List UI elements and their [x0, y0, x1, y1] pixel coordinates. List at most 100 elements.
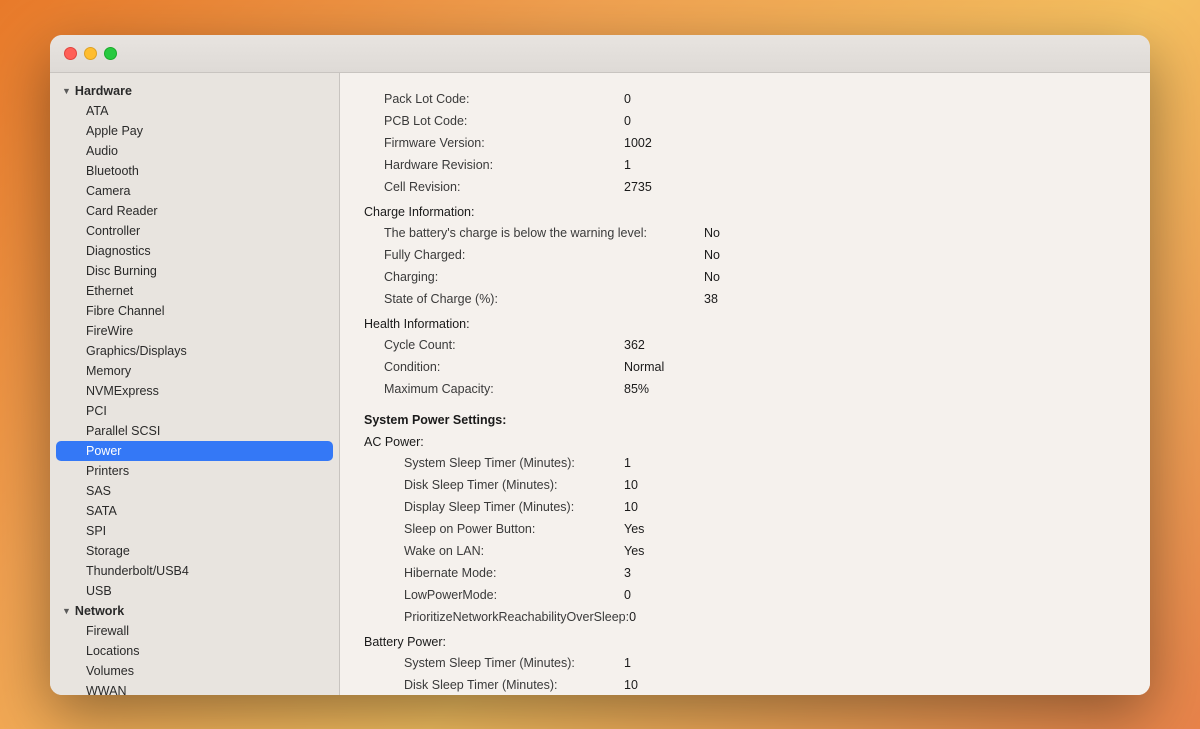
table-row: Sleep on Power Button:Yes: [364, 519, 1126, 539]
row-label: Sleep on Power Button:: [364, 519, 624, 539]
table-row: System Sleep Timer (Minutes):1: [364, 653, 1126, 673]
row-value: 3: [624, 563, 631, 583]
row-value: Yes: [624, 541, 644, 561]
health-header: Health Information:: [364, 317, 1126, 331]
row-value: 1002: [624, 133, 652, 153]
row-label: Disk Sleep Timer (Minutes):: [364, 675, 624, 695]
sidebar-item-power[interactable]: Power: [56, 441, 333, 461]
table-row: PCB Lot Code:0: [364, 111, 1126, 131]
traffic-lights: [64, 47, 117, 60]
sidebar-item-usb[interactable]: USB: [50, 581, 339, 601]
row-label: PCB Lot Code:: [364, 111, 624, 131]
sidebar-item-fibre-channel[interactable]: Fibre Channel: [50, 301, 339, 321]
row-value: 10: [624, 475, 638, 495]
table-row: Firmware Version:1002: [364, 133, 1126, 153]
row-label: Charging:: [364, 267, 704, 287]
sidebar-item-sas[interactable]: SAS: [50, 481, 339, 501]
row-value: 0: [624, 111, 631, 131]
table-row: Hardware Revision:1: [364, 155, 1126, 175]
titlebar: [50, 35, 1150, 73]
row-label: Condition:: [364, 357, 624, 377]
sidebar-item-sata[interactable]: SATA: [50, 501, 339, 521]
sidebar-item-storage[interactable]: Storage: [50, 541, 339, 561]
row-label: Disk Sleep Timer (Minutes):: [364, 475, 624, 495]
row-label: Maximum Capacity:: [364, 379, 624, 399]
ac-power-header: AC Power:: [364, 435, 1126, 449]
sidebar-item-wwan[interactable]: WWAN: [50, 681, 339, 695]
sidebar-item-ethernet[interactable]: Ethernet: [50, 281, 339, 301]
row-value: Yes: [624, 519, 644, 539]
app-window: ▼HardwareATAApple PayAudioBluetoothCamer…: [50, 35, 1150, 695]
row-label: Hardware Revision:: [364, 155, 624, 175]
row-value: 38: [704, 289, 718, 309]
row-label: Firmware Version:: [364, 133, 624, 153]
row-label: Pack Lot Code:: [364, 89, 624, 109]
sidebar-item-graphics-displays[interactable]: Graphics/Displays: [50, 341, 339, 361]
battery-power-header: Battery Power:: [364, 635, 1126, 649]
sidebar-item-firewall[interactable]: Firewall: [50, 621, 339, 641]
sidebar-item-printers[interactable]: Printers: [50, 461, 339, 481]
sidebar-item-pci[interactable]: PCI: [50, 401, 339, 421]
sidebar-item-apple-pay[interactable]: Apple Pay: [50, 121, 339, 141]
row-value: 0: [624, 585, 631, 605]
table-row: Display Sleep Timer (Minutes):10: [364, 497, 1126, 517]
sidebar-item-disc-burning[interactable]: Disc Burning: [50, 261, 339, 281]
row-value: 10: [624, 497, 638, 517]
row-value: 362: [624, 335, 645, 355]
charge-header: Charge Information:: [364, 205, 1126, 219]
row-label: LowPowerMode:: [364, 585, 624, 605]
row-label: State of Charge (%):: [364, 289, 704, 309]
row-label: Wake on LAN:: [364, 541, 624, 561]
content-area: ▼HardwareATAApple PayAudioBluetoothCamer…: [50, 73, 1150, 695]
row-value: 1: [624, 155, 631, 175]
row-value: 1: [624, 653, 631, 673]
row-value: No: [704, 245, 720, 265]
sidebar-item-card-reader[interactable]: Card Reader: [50, 201, 339, 221]
table-row: Wake on LAN:Yes: [364, 541, 1126, 561]
row-value: Normal: [624, 357, 664, 377]
main-content: Pack Lot Code:0PCB Lot Code:0Firmware Ve…: [340, 73, 1150, 695]
row-value: 2735: [624, 177, 652, 197]
row-label: Cycle Count:: [364, 335, 624, 355]
sidebar-item-locations[interactable]: Locations: [50, 641, 339, 661]
row-label: Fully Charged:: [364, 245, 704, 265]
maximize-button[interactable]: [104, 47, 117, 60]
chevron-down-icon: ▼: [62, 86, 71, 96]
row-value: 1: [624, 453, 631, 473]
close-button[interactable]: [64, 47, 77, 60]
sidebar-item-diagnostics[interactable]: Diagnostics: [50, 241, 339, 261]
sidebar-item-memory[interactable]: Memory: [50, 361, 339, 381]
system-power-header: System Power Settings:: [364, 413, 1126, 427]
table-row: Cycle Count:362: [364, 335, 1126, 355]
row-label: System Sleep Timer (Minutes):: [364, 453, 624, 473]
chevron-down-icon: ▼: [62, 606, 71, 616]
sidebar-item-controller[interactable]: Controller: [50, 221, 339, 241]
table-row: PrioritizeNetworkReachabilityOverSleep:0: [364, 607, 1126, 627]
sidebar-item-volumes[interactable]: Volumes: [50, 661, 339, 681]
sidebar-section-hardware[interactable]: ▼Hardware: [50, 81, 339, 101]
row-label: Cell Revision:: [364, 177, 624, 197]
sidebar-item-ata[interactable]: ATA: [50, 101, 339, 121]
sidebar: ▼HardwareATAApple PayAudioBluetoothCamer…: [50, 73, 340, 695]
sidebar-item-audio[interactable]: Audio: [50, 141, 339, 161]
sidebar-item-nvmexpress[interactable]: NVMExpress: [50, 381, 339, 401]
sidebar-section-network[interactable]: ▼Network: [50, 601, 339, 621]
minimize-button[interactable]: [84, 47, 97, 60]
table-row: The battery's charge is below the warnin…: [364, 223, 1126, 243]
row-value: 10: [624, 675, 638, 695]
sidebar-item-firewire[interactable]: FireWire: [50, 321, 339, 341]
sidebar-item-bluetooth[interactable]: Bluetooth: [50, 161, 339, 181]
row-label: The battery's charge is below the warnin…: [364, 223, 704, 243]
table-row: Fully Charged:No: [364, 245, 1126, 265]
row-value: No: [704, 223, 720, 243]
table-row: Condition:Normal: [364, 357, 1126, 377]
sidebar-item-spi[interactable]: SPI: [50, 521, 339, 541]
row-label: System Sleep Timer (Minutes):: [364, 653, 624, 673]
table-row: Charging:No: [364, 267, 1126, 287]
table-row: Maximum Capacity:85%: [364, 379, 1126, 399]
sidebar-item-thunderbolt-usb4[interactable]: Thunderbolt/USB4: [50, 561, 339, 581]
table-row: Disk Sleep Timer (Minutes):10: [364, 475, 1126, 495]
row-value: 85%: [624, 379, 649, 399]
sidebar-item-camera[interactable]: Camera: [50, 181, 339, 201]
sidebar-item-parallel-scsi[interactable]: Parallel SCSI: [50, 421, 339, 441]
